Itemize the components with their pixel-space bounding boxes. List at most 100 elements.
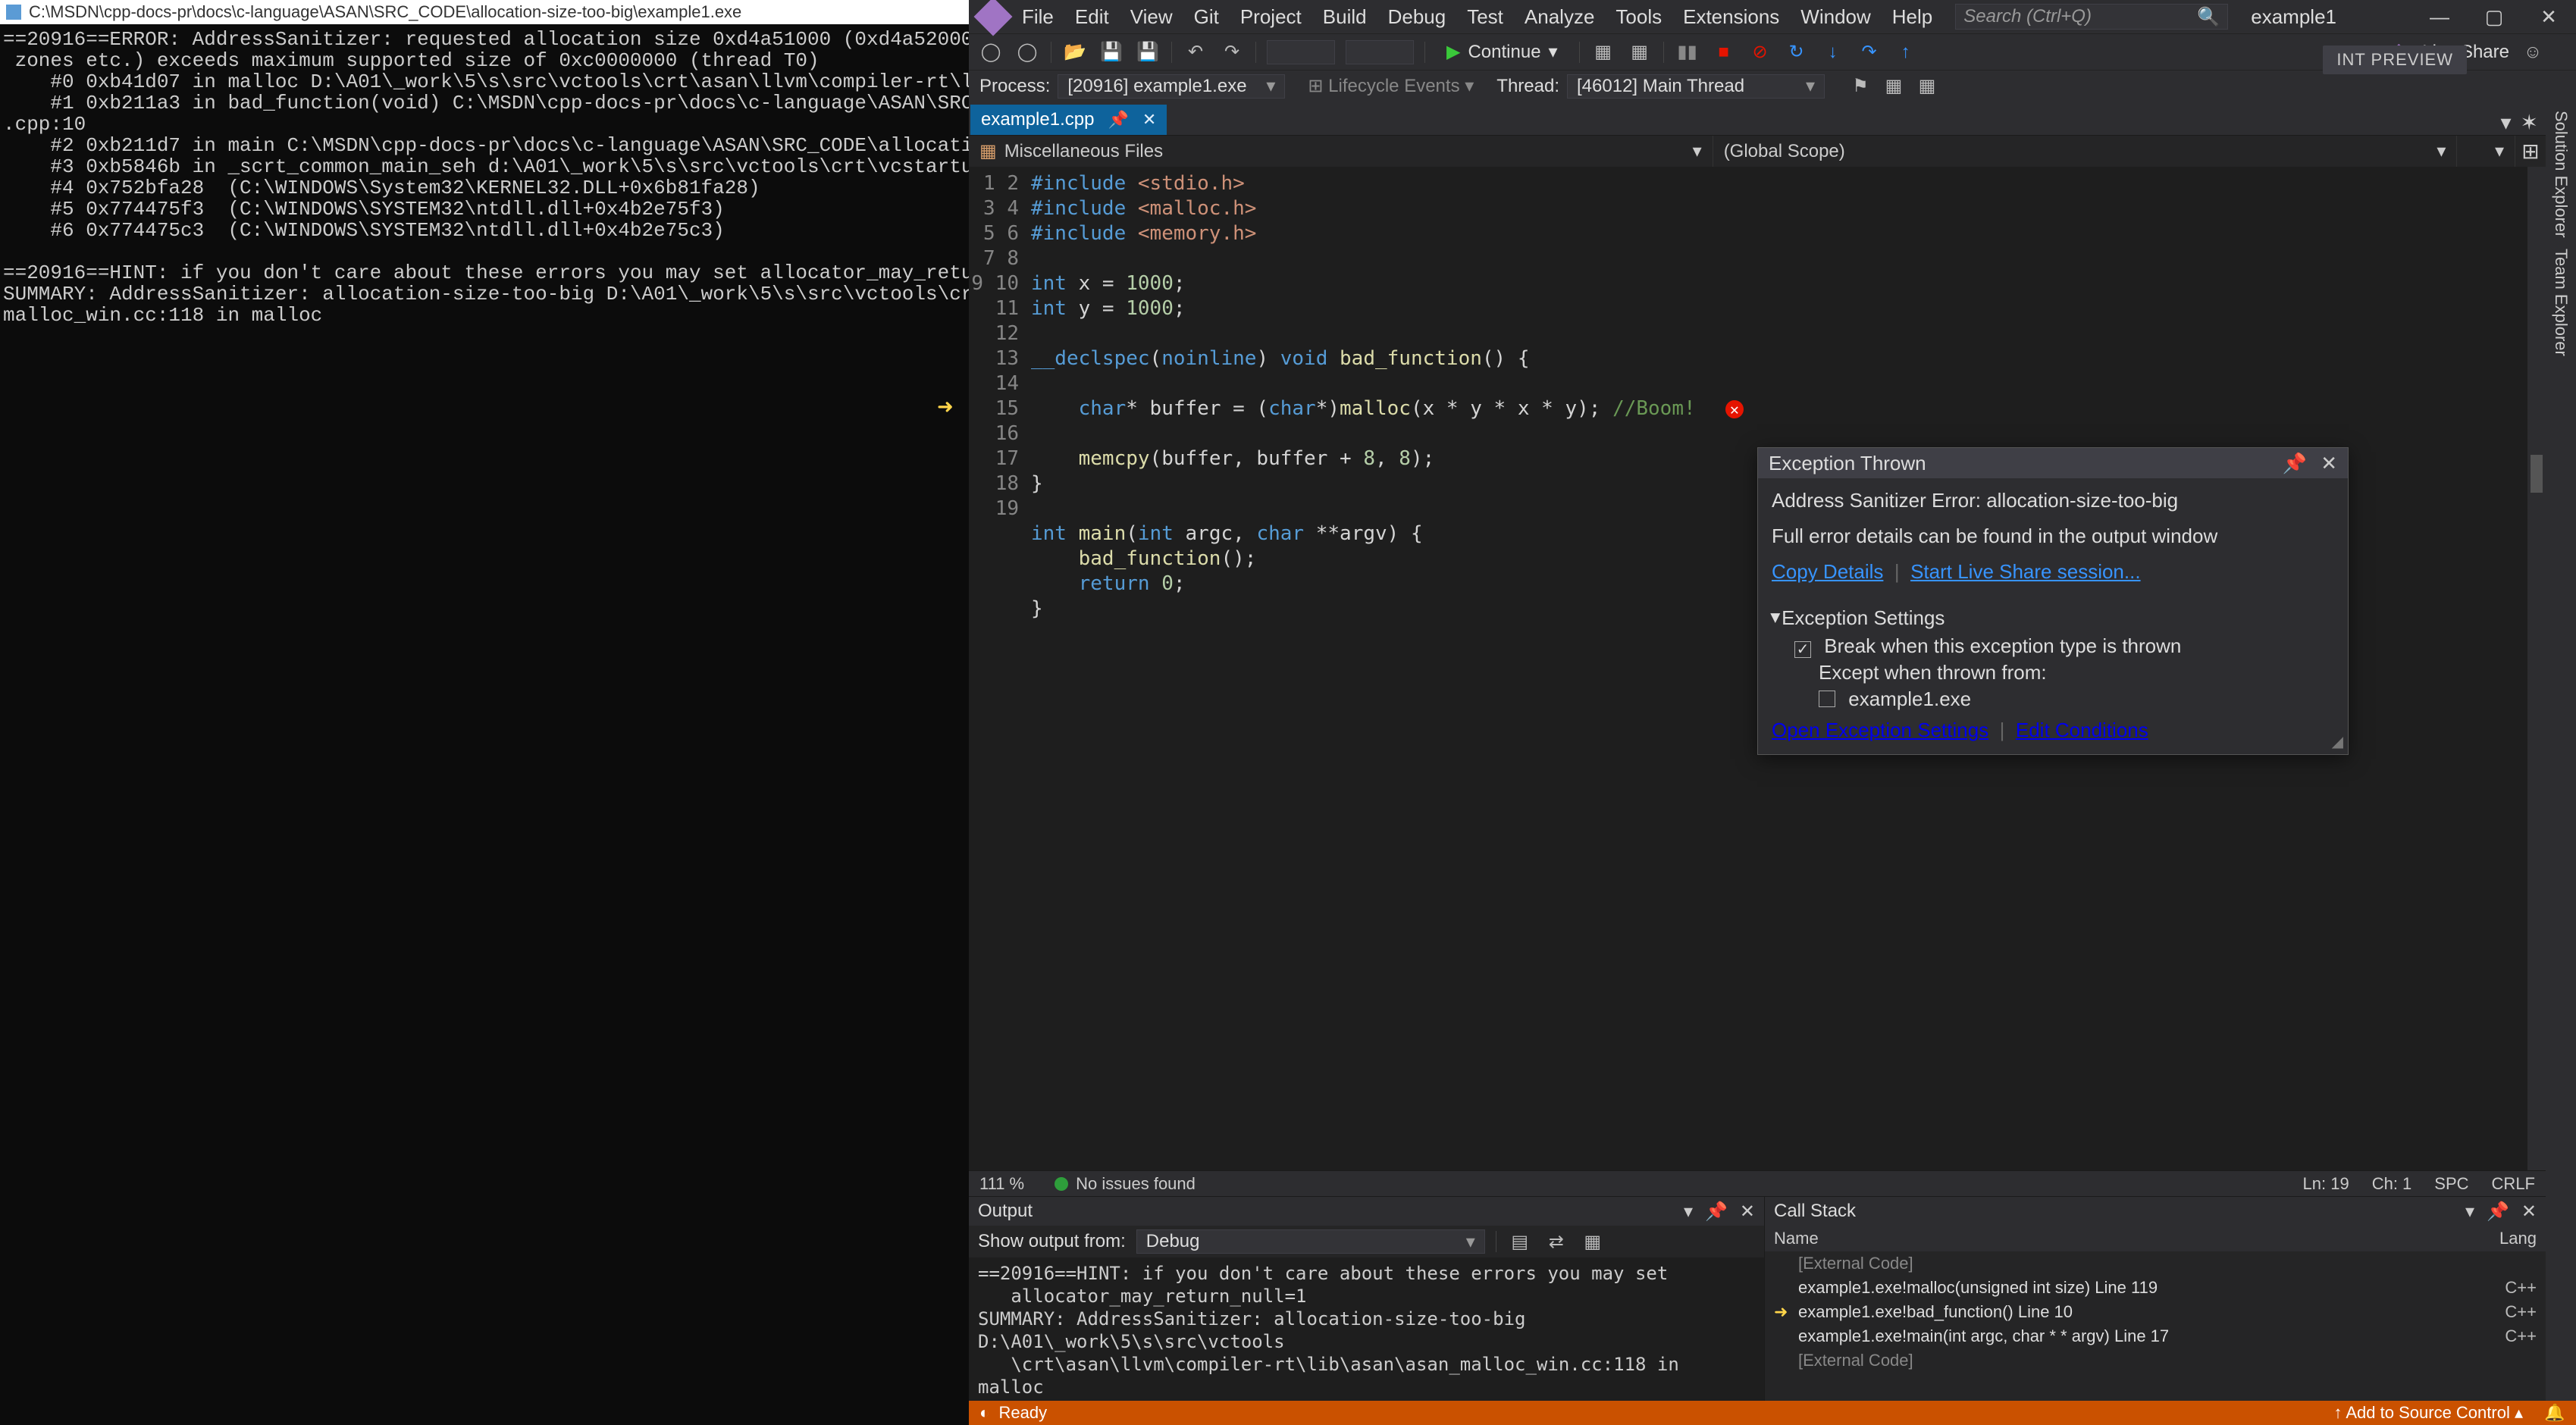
menu-view[interactable]: View xyxy=(1130,5,1173,29)
more-icon[interactable]: ▦ xyxy=(1914,74,1940,99)
menu-project[interactable]: Project xyxy=(1240,5,1302,29)
tab-overflow-icon[interactable]: ▾ xyxy=(2500,110,2511,135)
step-out-icon[interactable]: ↑ xyxy=(1893,39,1919,65)
edit-conditions-link[interactable]: Edit Conditions xyxy=(2016,719,2148,741)
callstack-lang-col[interactable]: Lang xyxy=(2499,1229,2537,1248)
chevron-down-icon[interactable]: ▾ xyxy=(1684,1201,1693,1223)
step-next-icon[interactable]: ↻ xyxy=(1784,39,1810,65)
menu-build[interactable]: Build xyxy=(1323,5,1367,29)
play-icon: ▶ xyxy=(1446,41,1460,63)
show-output-from-dropdown[interactable]: Debug ▾ xyxy=(1136,1229,1485,1254)
step-into-icon[interactable]: ↓ xyxy=(1820,39,1846,65)
debug-tool-icon[interactable]: ▦ xyxy=(1590,39,1616,65)
file-tab-example1[interactable]: example1.cpp 📌 ✕ xyxy=(970,105,1167,135)
menu-analyze[interactable]: Analyze xyxy=(1525,5,1595,29)
menu-help[interactable]: Help xyxy=(1892,5,1932,29)
callstack-row[interactable]: example1.exe!malloc(unsigned int size) L… xyxy=(1765,1276,2546,1300)
scope-project[interactable]: ▦Miscellaneous Files ▾ xyxy=(969,136,1713,168)
vs-search-box[interactable]: Search (Ctrl+Q) 🔍 xyxy=(1955,4,2228,30)
notifications-icon[interactable]: 🔔 xyxy=(2544,1402,2565,1423)
scope-class[interactable]: (Global Scope) ▾ xyxy=(1713,136,2458,168)
tab-options-icon[interactable]: ✶ xyxy=(2521,110,2538,135)
menu-tools[interactable]: Tools xyxy=(1615,5,1662,29)
save-icon[interactable]: 💾 xyxy=(1098,39,1124,65)
menu-debug[interactable]: Debug xyxy=(1388,5,1446,29)
menu-window[interactable]: Window xyxy=(1800,5,1870,29)
callstack-row[interactable]: example1.exe!main(int argc, char * * arg… xyxy=(1765,1324,2546,1348)
close-button[interactable]: ✕ xyxy=(2521,0,2576,33)
open-file-icon[interactable]: 📂 xyxy=(1062,39,1088,65)
stack-frame-icon[interactable]: ▦ xyxy=(1881,74,1907,99)
feedback-icon[interactable]: ☺ xyxy=(2520,39,2546,65)
undo-icon[interactable]: ↶ xyxy=(1183,39,1208,65)
editor-scrollbar[interactable] xyxy=(2527,167,2546,1170)
minimize-button[interactable]: — xyxy=(2412,0,2467,33)
output-toolbar: Show output from: Debug ▾ ▤ ⇄ ▦ xyxy=(969,1226,1764,1257)
nav-back-icon[interactable]: ◯ xyxy=(978,39,1004,65)
pin-icon[interactable]: 📌 xyxy=(1705,1201,1728,1223)
zoom-level[interactable]: 111 % xyxy=(979,1174,1024,1194)
lineending-indicator[interactable]: CRLF xyxy=(2492,1174,2535,1194)
resize-grip-icon[interactable]: ◢ xyxy=(2332,732,2343,751)
output-panel-title[interactable]: Output ▾ 📌 ✕ xyxy=(969,1197,1764,1226)
open-exc-settings-link[interactable]: Open Exception Settings xyxy=(1772,719,1988,741)
close-icon[interactable]: ✕ xyxy=(1740,1201,1755,1223)
scope-member[interactable]: ▾ xyxy=(2457,136,2515,168)
callstack-name-col[interactable]: Name xyxy=(1774,1229,1819,1248)
clear-output-icon[interactable]: ▤ xyxy=(1507,1229,1533,1254)
pause-icon[interactable]: ▮▮ xyxy=(1675,39,1700,65)
chevron-down-icon[interactable]: ▾ xyxy=(2465,1201,2474,1223)
close-tab-icon[interactable]: ✕ xyxy=(1142,110,1156,130)
issues-text[interactable]: No issues found xyxy=(1076,1174,1196,1194)
callstack-row[interactable]: [External Code] xyxy=(1765,1348,2546,1373)
exception-settings-header[interactable]: Exception Settings xyxy=(1772,606,2334,630)
continue-button[interactable]: ▶ Continue ▾ xyxy=(1436,39,1568,66)
exception-titlebar[interactable]: Exception Thrown 📌 ✕ xyxy=(1758,448,2348,478)
except-item-checkbox[interactable] xyxy=(1819,691,1835,707)
callstack-row[interactable]: [External Code] xyxy=(1765,1251,2546,1276)
config-dropdown[interactable] xyxy=(1267,40,1335,64)
step-over-icon[interactable]: ↷ xyxy=(1857,39,1882,65)
split-editor-icon[interactable]: ⊞ xyxy=(2515,139,2546,164)
line-indicator[interactable]: Ln: 19 xyxy=(2303,1174,2349,1194)
restart-icon[interactable]: ⊘ xyxy=(1747,39,1773,65)
platform-dropdown[interactable] xyxy=(1346,40,1414,64)
code-editor[interactable]: ➜ 1 2 3 4 5 6 7 8 9 10 11 12 13 14 15 16… xyxy=(969,167,2546,1170)
menu-extensions[interactable]: Extensions xyxy=(1683,5,1779,29)
break-when-checkbox[interactable] xyxy=(1794,641,1811,658)
solution-name[interactable]: example1 xyxy=(2251,5,2336,29)
close-icon[interactable]: ✕ xyxy=(2321,452,2337,475)
console-titlebar[interactable]: C:\MSDN\cpp-docs-pr\docs\c-language\ASAN… xyxy=(0,0,969,24)
save-all-icon[interactable]: 💾 xyxy=(1135,39,1161,65)
char-indicator[interactable]: Ch: 1 xyxy=(2372,1174,2412,1194)
toggle-wrap-icon[interactable]: ⇄ xyxy=(1543,1229,1569,1254)
callstack-panel-title[interactable]: Call Stack ▾ 📌 ✕ xyxy=(1765,1197,2546,1226)
callstack-row[interactable]: ➜example1.exe!bad_function() Line 10C++ xyxy=(1765,1300,2546,1324)
menu-git[interactable]: Git xyxy=(1194,5,1219,29)
redo-icon[interactable]: ↷ xyxy=(1219,39,1245,65)
team-explorer-tab[interactable]: Team Explorer xyxy=(2551,249,2571,356)
indent-indicator[interactable]: SPC xyxy=(2434,1174,2468,1194)
output-text[interactable]: ==20916==HINT: if you don't care about t… xyxy=(969,1257,1764,1401)
lifecycle-events[interactable]: ⊞ Lifecycle Events ▾ xyxy=(1308,75,1474,97)
close-icon[interactable]: ✕ xyxy=(2521,1201,2537,1223)
process-dropdown[interactable]: [20916] example1.exe ▾ xyxy=(1058,74,1285,99)
flag-icon[interactable]: ⚑ xyxy=(1847,74,1873,99)
menu-edit[interactable]: Edit xyxy=(1075,5,1109,29)
output-opt-icon[interactable]: ▦ xyxy=(1580,1229,1606,1254)
console-output[interactable]: ==20916==ERROR: AddressSanitizer: reques… xyxy=(0,24,969,1425)
nav-fwd-icon[interactable]: ◯ xyxy=(1014,39,1040,65)
copy-details-link[interactable]: Copy Details xyxy=(1772,560,1883,583)
start-liveshare-link[interactable]: Start Live Share session... xyxy=(1910,560,2140,583)
menu-test[interactable]: Test xyxy=(1467,5,1503,29)
menu-file[interactable]: File xyxy=(1022,5,1054,29)
pin-icon[interactable]: 📌 xyxy=(2487,1201,2509,1223)
add-source-control[interactable]: ↑ Add to Source Control ▴ xyxy=(2333,1403,2523,1423)
debug-tool2-icon[interactable]: ▦ xyxy=(1627,39,1653,65)
solution-explorer-tab[interactable]: Solution Explorer xyxy=(2551,111,2571,238)
maximize-button[interactable]: ▢ xyxy=(2467,0,2521,33)
pin-icon[interactable]: 📌 xyxy=(2283,452,2307,475)
thread-dropdown[interactable]: [46012] Main Thread ▾ xyxy=(1567,74,1825,99)
pin-icon[interactable]: 📌 xyxy=(1108,110,1128,130)
stop-icon[interactable]: ■ xyxy=(1711,39,1737,65)
